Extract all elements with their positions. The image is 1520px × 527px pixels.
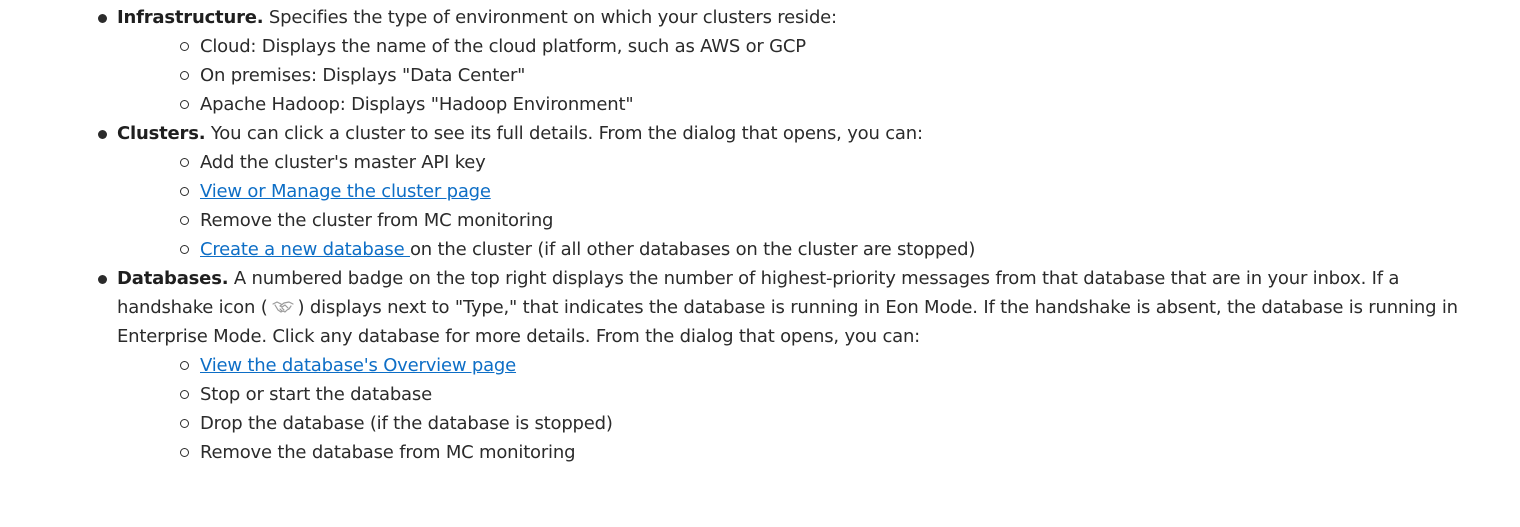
- feature-list: Infrastructure. Specifies the type of en…: [0, 3, 1520, 467]
- create-database-link[interactable]: Create a new database: [200, 239, 410, 260]
- list-item: Remove the cluster from MC monitoring: [117, 206, 1480, 235]
- list-item: Drop the database (if the database is st…: [117, 409, 1480, 438]
- list-item: Remove the database from MC monitoring: [117, 438, 1480, 467]
- sublist-clusters: Add the cluster's master API key View or…: [117, 148, 1480, 264]
- sublist-databases: View the database's Overview page Stop o…: [117, 351, 1480, 467]
- list-item: Create a new database on the cluster (if…: [117, 235, 1480, 264]
- list-item-text: on the cluster (if all other databases o…: [409, 239, 976, 260]
- sublist-infrastructure: Cloud: Displays the name of the cloud pl…: [117, 32, 1480, 119]
- list-item-databases: Databases. A numbered badge on the top r…: [0, 264, 1520, 467]
- description-clusters: You can click a cluster to see its full …: [205, 123, 923, 144]
- view-manage-cluster-link[interactable]: View or Manage the cluster page: [200, 181, 491, 202]
- term-infrastructure: Infrastructure.: [117, 7, 264, 28]
- handshake-icon: [271, 294, 294, 313]
- term-clusters: Clusters.: [117, 123, 206, 144]
- documentation-content: Infrastructure. Specifies the type of en…: [0, 3, 1520, 467]
- list-item: View or Manage the cluster page: [117, 177, 1480, 206]
- description-infrastructure: Specifies the type of environment on whi…: [263, 7, 837, 28]
- term-databases: Databases.: [117, 268, 229, 289]
- description-databases-part2: ) displays next to "Type," that indicate…: [117, 297, 1458, 347]
- list-item: View the database's Overview page: [117, 351, 1480, 380]
- list-item: Cloud: Displays the name of the cloud pl…: [117, 32, 1480, 61]
- list-item: On premises: Displays "Data Center": [117, 61, 1480, 90]
- list-item: Stop or start the database: [117, 380, 1480, 409]
- list-item-infrastructure: Infrastructure. Specifies the type of en…: [0, 3, 1520, 119]
- view-database-overview-link[interactable]: View the database's Overview page: [200, 355, 516, 376]
- list-item-clusters: Clusters. You can click a cluster to see…: [0, 119, 1520, 264]
- list-item: Add the cluster's master API key: [117, 148, 1480, 177]
- list-item: Apache Hadoop: Displays "Hadoop Environm…: [117, 90, 1480, 119]
